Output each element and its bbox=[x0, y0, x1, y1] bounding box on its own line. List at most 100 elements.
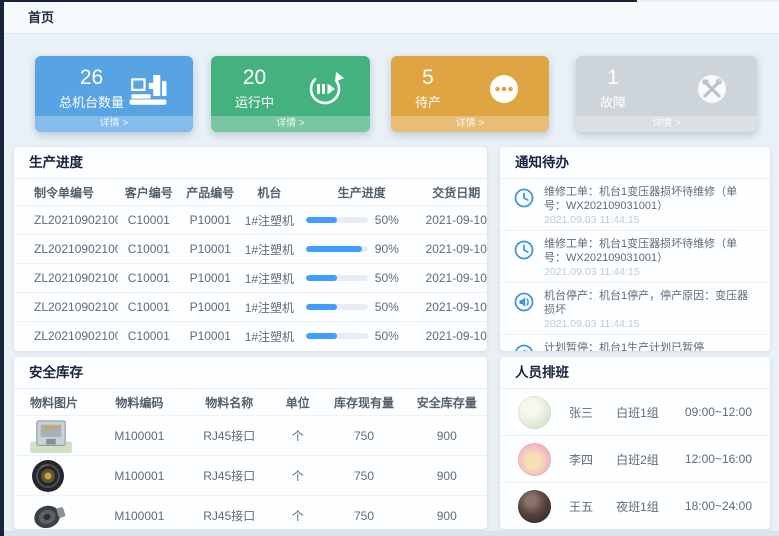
waiting-value: 5 bbox=[415, 66, 441, 90]
progress-bar bbox=[306, 304, 368, 310]
stat-card-total-machines[interactable]: 26 总机台数量 详情 > bbox=[35, 56, 193, 132]
staff-time: 12:00~16:00 bbox=[685, 452, 752, 466]
safety-stock-panel: 安全库存 物料图片 物料编码 物料名称 单位 库存现有量 安全库存量 M1000… bbox=[14, 357, 487, 529]
col-order-no: 制令单编号 bbox=[14, 184, 118, 201]
production-table-row: ZL202109021001 C10001 P10001 1#注塑机 50% 2… bbox=[14, 206, 487, 235]
total-machines-value: 26 bbox=[59, 66, 124, 90]
progress-value: 50% bbox=[375, 329, 399, 343]
waiting-detail-link[interactable]: 详情 > bbox=[391, 116, 549, 132]
material-code: M100001 bbox=[94, 469, 184, 483]
tab-bar: 首页 bbox=[4, 2, 779, 34]
staff-schedule-panel: 人员排班 张三 白班1组 09:00~12:00 李四 白班2组 12:00~1… bbox=[500, 357, 770, 529]
customer-no: C10001 bbox=[118, 300, 179, 314]
running-detail-link[interactable]: 详情 > bbox=[211, 116, 370, 132]
customer-no: C10001 bbox=[118, 271, 179, 285]
material-name: RJ45接口 bbox=[184, 427, 274, 444]
progress-cell: 50% bbox=[298, 300, 426, 314]
col-progress: 生产进度 bbox=[298, 184, 426, 201]
machine: 1#注塑机 bbox=[241, 270, 298, 287]
notifications-title: 通知待办 bbox=[500, 147, 770, 179]
delivery-date: 2021-09-10 bbox=[425, 300, 486, 314]
running-label: 运行中 bbox=[235, 92, 274, 111]
total-machines-detail-link[interactable]: 详情 > bbox=[35, 116, 193, 132]
notification-text: 计划暂停：机台1生产计划已暂停 bbox=[544, 341, 704, 351]
staff-shift: 夜班1组 bbox=[616, 498, 685, 515]
notification-item[interactable]: 维修工单：机台1变压器损坏待维修（单号：WX202109031001） 2021… bbox=[500, 179, 770, 231]
avatar bbox=[518, 396, 551, 429]
production-table-row: ZL202109021001 C10001 P10001 1#注塑机 50% 2… bbox=[14, 293, 487, 322]
unit: 个 bbox=[274, 507, 321, 524]
machine: 1#注塑机 bbox=[241, 328, 298, 345]
order-no: ZL202109021001 bbox=[14, 213, 118, 227]
delivery-date: 2021-09-10 bbox=[425, 213, 486, 227]
production-progress-title: 生产进度 bbox=[14, 147, 487, 179]
machine-icon bbox=[125, 68, 171, 110]
progress-cell: 50% bbox=[298, 329, 426, 343]
material-code: M100001 bbox=[94, 509, 184, 523]
product-no: P10001 bbox=[180, 271, 241, 285]
clock-icon bbox=[513, 237, 537, 278]
safety-qty: 900 bbox=[407, 429, 487, 443]
staff-row: 李四 白班2组 12:00~16:00 bbox=[500, 436, 770, 483]
machine: 1#注塑机 bbox=[241, 241, 298, 258]
production-table-row: ZL202109021001 C10001 P10001 1#注塑机 50% 2… bbox=[14, 264, 487, 293]
customer-no: C10001 bbox=[118, 329, 179, 343]
material-name: RJ45接口 bbox=[184, 467, 274, 484]
order-no: ZL202109021001 bbox=[14, 300, 118, 314]
material-name: RJ45接口 bbox=[184, 507, 274, 524]
product-no: P10001 bbox=[180, 300, 241, 314]
delivery-date: 2021-09-10 bbox=[425, 242, 486, 256]
col-product-no: 产品编号 bbox=[180, 184, 241, 201]
notification-text: 维修工单：机台1变压器损坏待维修（单号：WX202109031001） bbox=[544, 237, 757, 265]
production-table-header: 制令单编号 客户编号 产品编号 机台 生产进度 交货日期 bbox=[14, 179, 487, 206]
rj45-connector-image bbox=[14, 419, 94, 453]
progress-value: 50% bbox=[375, 213, 399, 227]
order-no: ZL202109021001 bbox=[14, 242, 118, 256]
window-left-edge bbox=[0, 0, 4, 536]
progress-value: 90% bbox=[375, 242, 399, 256]
stock-table-row: M100001 RJ45接口 个 750 900 bbox=[14, 456, 487, 496]
notification-item[interactable]: 计划暂停：机台1生产计划已暂停 2021.09.03 11:44:15 bbox=[500, 335, 770, 351]
col-safety-qty: 安全库存量 bbox=[407, 394, 487, 411]
stat-card-fault[interactable]: 1 故障 详情 > bbox=[576, 56, 757, 132]
notification-text: 机台停产：机台1停产，停产原因：变压器损坏 bbox=[544, 289, 757, 317]
product-no: P10001 bbox=[180, 329, 241, 343]
production-table-row: ZL202109021001 C10001 P10001 1#注塑机 90% 2… bbox=[14, 235, 487, 264]
unit: 个 bbox=[274, 427, 321, 444]
progress-bar bbox=[306, 246, 368, 252]
progress-cell: 50% bbox=[298, 271, 426, 285]
notification-item[interactable]: 机台停产：机台1停产，停产原因：变压器损坏 2021.09.03 11:44:1… bbox=[500, 283, 770, 335]
col-qty-on-hand: 库存现有量 bbox=[321, 394, 406, 411]
progress-bar bbox=[306, 217, 368, 223]
stat-card-waiting[interactable]: 5 待产 详情 > bbox=[391, 56, 549, 132]
window-top-edge bbox=[0, 0, 637, 2]
notification-item[interactable]: 维修工单：机台1变压器损坏待维修（单号：WX202109031001） 2021… bbox=[500, 231, 770, 283]
speaker-icon bbox=[513, 289, 537, 330]
ellipsis-icon bbox=[481, 68, 527, 110]
machine: 1#注塑机 bbox=[241, 212, 298, 229]
repair-icon bbox=[689, 68, 735, 110]
window-bottom-edge bbox=[0, 531, 779, 536]
notification-time: 2021.09.03 11:44:15 bbox=[544, 266, 757, 278]
fault-detail-link[interactable]: 详情 > bbox=[576, 116, 757, 132]
progress-cell: 90% bbox=[298, 242, 426, 256]
fault-value: 1 bbox=[600, 66, 626, 90]
staff-schedule-title: 人员排班 bbox=[500, 357, 770, 389]
speaker-icon bbox=[513, 341, 537, 351]
staff-name: 李四 bbox=[569, 451, 616, 468]
tab-home[interactable]: 首页 bbox=[18, 2, 64, 33]
stat-card-running[interactable]: 20 运行中 详情 > bbox=[211, 56, 370, 132]
qty-on-hand: 750 bbox=[321, 509, 406, 523]
notification-time: 2021.09.03 11:44:15 bbox=[544, 214, 757, 226]
notification-text: 维修工单：机台1变压器损坏待维修（单号：WX202109031001） bbox=[544, 185, 757, 213]
stock-table-row: M100001 RJ45接口 个 750 900 bbox=[14, 416, 487, 456]
col-material-image: 物料图片 bbox=[14, 394, 94, 411]
avatar bbox=[518, 443, 551, 476]
total-machines-label: 总机台数量 bbox=[59, 92, 124, 111]
stock-table-header: 物料图片 物料编码 物料名称 单位 库存现有量 安全库存量 bbox=[14, 389, 487, 416]
staff-row: 王五 夜班1组 18:00~24:00 bbox=[500, 483, 770, 529]
order-no: ZL202109021001 bbox=[14, 329, 118, 343]
staff-row: 张三 白班1组 09:00~12:00 bbox=[500, 389, 770, 436]
qty-on-hand: 750 bbox=[321, 429, 406, 443]
staff-time: 18:00~24:00 bbox=[685, 499, 752, 513]
